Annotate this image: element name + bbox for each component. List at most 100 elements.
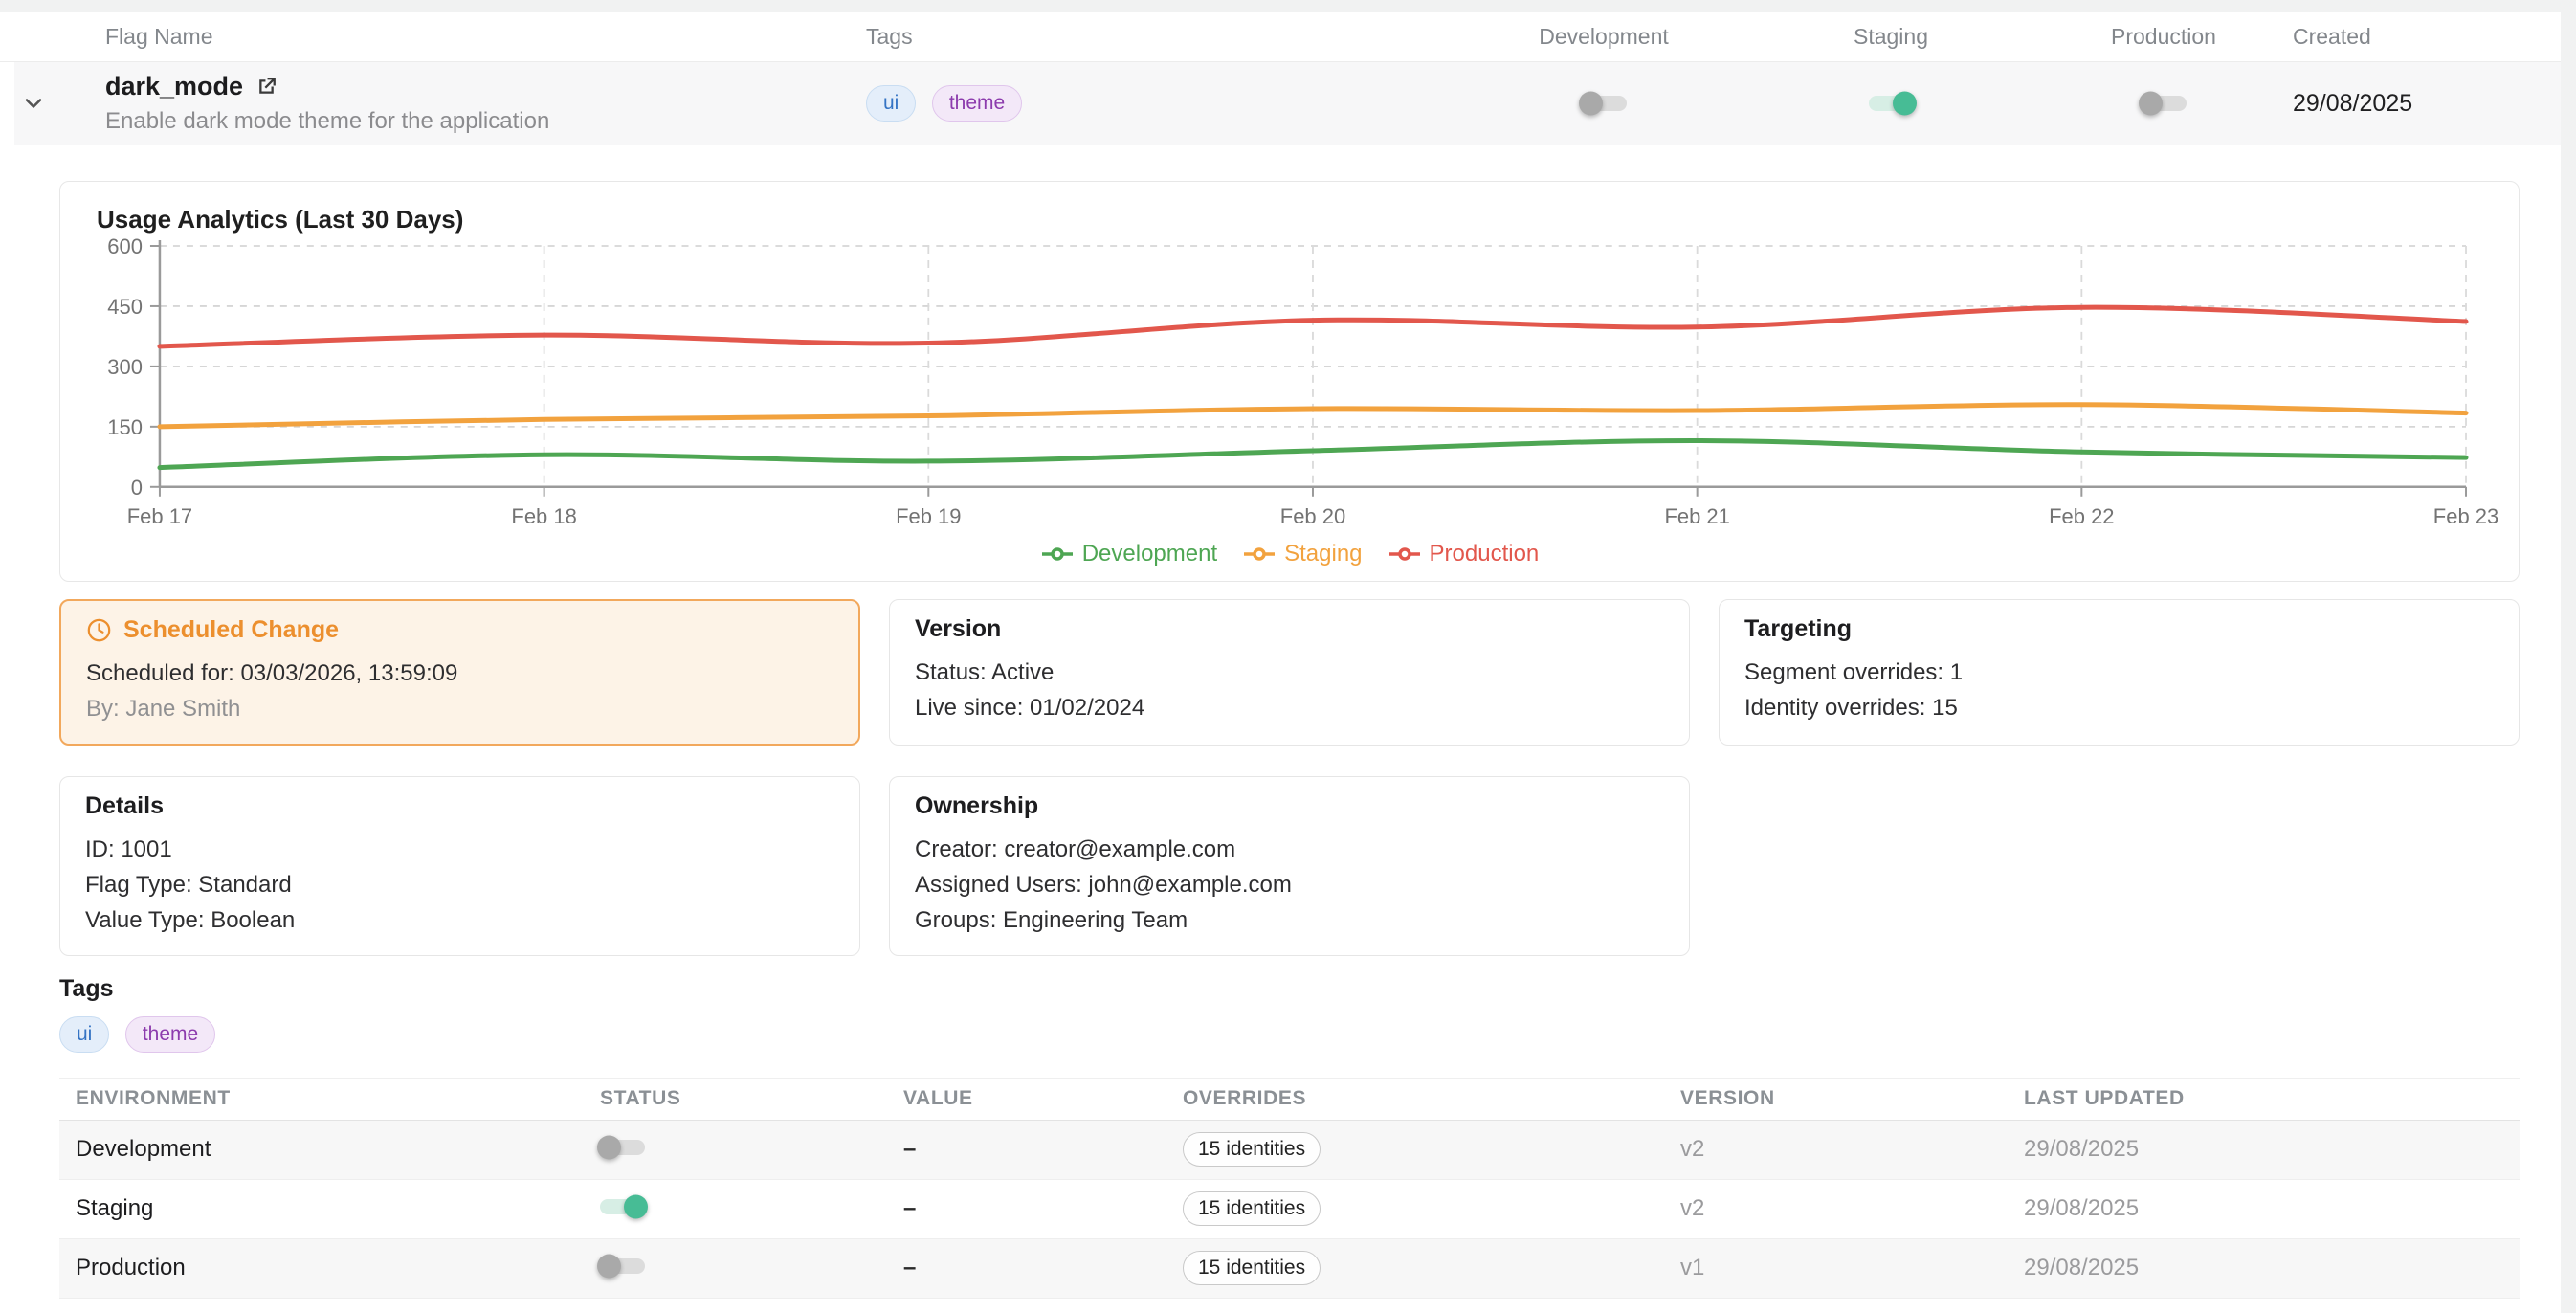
chart-legend: Development Staging Production (85, 537, 2494, 571)
flag-description: Enable dark mode theme for the applicati… (105, 108, 866, 135)
tags-section: Tags ui theme (59, 975, 2520, 1053)
flag-type: Flag Type: Standard (85, 867, 834, 902)
legend-label: Staging (1284, 541, 1362, 567)
flag-name-cell: dark_mode Enable dark mode theme for the… (67, 72, 866, 135)
identities-pill[interactable]: 15 identities (1183, 1132, 1321, 1167)
scheduled-by: By: Jane Smith (86, 691, 833, 726)
env-name: Development (59, 1136, 584, 1163)
development-status-toggle[interactable] (600, 1140, 645, 1155)
legend-item-staging[interactable]: Staging (1242, 541, 1362, 567)
legend-item-production[interactable]: Production (1388, 541, 1540, 567)
env-value: – (887, 1136, 1166, 1163)
env-version: v2 (1664, 1195, 2008, 1222)
flag-table-header: Flag Name Tags Development Staging Produ… (0, 12, 2561, 62)
svg-text:150: 150 (107, 415, 143, 439)
details-card-title: Details (85, 792, 834, 820)
production-status-toggle[interactable] (600, 1258, 645, 1274)
identities-pill[interactable]: 15 identities (1183, 1251, 1321, 1285)
svg-text:450: 450 (107, 295, 143, 319)
usage-analytics-chart: 0150300450600Feb 17Feb 18Feb 19Feb 20Feb… (85, 238, 2494, 537)
svg-text:Feb 21: Feb 21 (1664, 504, 1729, 528)
env-header-overrides: OVERRIDES (1166, 1087, 1664, 1110)
legend-label: Production (1430, 541, 1540, 567)
development-toggle[interactable] (1582, 96, 1627, 111)
table-row-development: Development – 15 identities v2 29/08/202… (59, 1121, 2520, 1180)
targeting-card: Targeting Segment overrides: 1 Identity … (1719, 599, 2520, 746)
svg-text:Feb 17: Feb 17 (127, 504, 192, 528)
targeting-card-title: Targeting (1744, 615, 2494, 643)
table-row-staging: Staging – 15 identities v2 29/08/2025 (59, 1180, 2520, 1239)
expand-collapse-button[interactable] (0, 90, 67, 117)
env-status-cell (584, 1140, 887, 1160)
svg-text:0: 0 (131, 476, 143, 500)
flag-row: dark_mode Enable dark mode theme for the… (0, 62, 2561, 145)
created-date: 29/08/2025 (2293, 90, 2561, 118)
table-row-production: Production – 15 identities v1 29/08/2025 (59, 1239, 2520, 1299)
header-created: Created (2293, 24, 2561, 50)
flag-tags-cell: ui theme (866, 85, 1460, 122)
version-card: Version Status: Active Live since: 01/02… (889, 599, 1690, 746)
open-flag-link[interactable] (255, 75, 278, 99)
version-status: Status: Active (915, 655, 1664, 690)
svg-text:Feb 23: Feb 23 (2433, 504, 2498, 528)
staging-status-toggle[interactable] (600, 1199, 645, 1214)
clock-icon (86, 617, 112, 643)
development-toggle-cell (1460, 96, 1747, 111)
env-version: v1 (1664, 1255, 2008, 1281)
segment-overrides: Segment overrides: 1 (1744, 655, 2494, 690)
production-toggle-cell (2034, 96, 2293, 111)
chart-title: Usage Analytics (Last 30 Days) (97, 205, 2494, 234)
tag-theme[interactable]: theme (125, 1016, 215, 1053)
toggle-knob (2139, 92, 2163, 116)
ownership-creator: Creator: creator@example.com (915, 832, 1664, 867)
toggle-knob (624, 1194, 648, 1218)
env-last-updated: 29/08/2025 (2008, 1195, 2520, 1222)
environment-table-header: ENVIRONMENT STATUS VALUE OVERRIDES VERSI… (59, 1079, 2520, 1121)
svg-text:Feb 18: Feb 18 (511, 504, 576, 528)
ownership-card-title: Ownership (915, 792, 1664, 820)
tag-ui[interactable]: ui (866, 85, 916, 122)
env-header-status: STATUS (584, 1087, 887, 1110)
tag-theme[interactable]: theme (932, 85, 1022, 122)
scheduled-change-title: Scheduled Change (123, 616, 339, 644)
env-value: – (887, 1195, 1166, 1222)
svg-text:Feb 22: Feb 22 (2049, 504, 2114, 528)
env-value: – (887, 1255, 1166, 1281)
env-overrides-cell: 15 identities (1166, 1132, 1664, 1167)
scheduled-for: Scheduled for: 03/03/2026, 13:59:09 (86, 656, 833, 691)
legend-marker-icon (1242, 546, 1277, 562)
flag-detail-panel: Flag Name Tags Development Staging Produ… (0, 12, 2561, 1313)
production-toggle[interactable] (2142, 96, 2187, 111)
info-cards-grid: Scheduled Change Scheduled for: 03/03/20… (59, 599, 2520, 956)
legend-item-development[interactable]: Development (1040, 541, 1217, 567)
env-last-updated: 29/08/2025 (2008, 1136, 2520, 1163)
env-version: v2 (1664, 1136, 2008, 1163)
env-header-value: VALUE (887, 1087, 1166, 1110)
env-header-last-updated: LAST UPDATED (2008, 1087, 2520, 1110)
legend-marker-icon (1040, 546, 1075, 562)
tag-ui[interactable]: ui (59, 1016, 109, 1053)
staging-toggle[interactable] (1869, 96, 1914, 111)
environment-table: ENVIRONMENT STATUS VALUE OVERRIDES VERSI… (59, 1078, 2520, 1299)
env-last-updated: 29/08/2025 (2008, 1255, 2520, 1281)
env-name: Staging (59, 1195, 584, 1222)
header-staging: Staging (1747, 24, 2034, 50)
identity-overrides: Identity overrides: 15 (1744, 690, 2494, 725)
toggle-knob (597, 1254, 621, 1278)
tags-section-title: Tags (59, 975, 2520, 1003)
header-flag-name: Flag Name (67, 24, 866, 50)
usage-analytics-card: Usage Analytics (Last 30 Days) 0 150 300 45… (59, 181, 2520, 582)
env-name: Production (59, 1255, 584, 1281)
details-card: Details ID: 1001 Flag Type: Standard Val… (59, 776, 860, 956)
svg-text:300: 300 (107, 355, 143, 379)
identities-pill[interactable]: 15 identities (1183, 1191, 1321, 1226)
value-type: Value Type: Boolean (85, 902, 834, 938)
env-overrides-cell: 15 identities (1166, 1191, 1664, 1226)
svg-text:600: 600 (107, 234, 143, 258)
svg-text:Feb 20: Feb 20 (1280, 504, 1345, 528)
ownership-groups: Groups: Engineering Team (915, 902, 1664, 938)
svg-text:Feb 19: Feb 19 (896, 504, 961, 528)
flag-id: ID: 1001 (85, 832, 834, 867)
toggle-knob (1579, 92, 1603, 116)
env-status-cell (584, 1199, 887, 1219)
